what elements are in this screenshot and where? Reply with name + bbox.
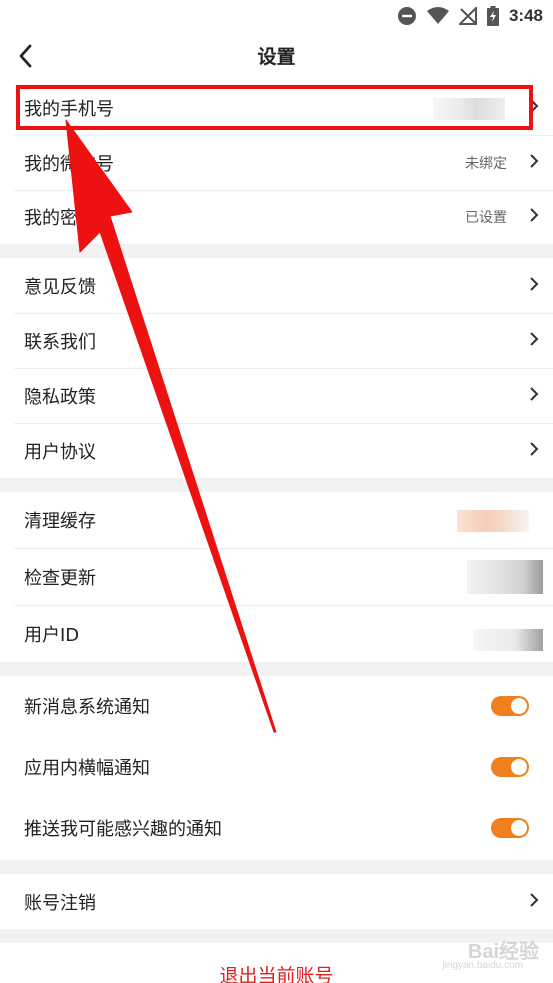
do-not-disturb-icon [397,6,417,26]
settings-item-feedback[interactable]: 意见反馈 [0,258,553,313]
settings-item-wechat[interactable]: 我的微信号 未绑定 [0,135,553,190]
settings-item-delete-account[interactable]: 账号注销 [0,874,553,929]
wechat-binding-status: 未绑定 [465,155,507,172]
section-gap [0,662,553,676]
settings-item-clear-cache[interactable]: 清理缓存 [0,492,553,548]
annotation-highlight-box [16,85,533,130]
chevron-right-icon [529,331,539,351]
settings-item-interest-push: 推送我可能感兴趣的通知 [0,798,553,858]
settings-item-label: 应用内横幅通知 [24,758,150,779]
settings-item-label: 我的密码 [24,208,96,229]
chevron-right-icon [529,386,539,406]
chevron-right-icon [529,276,539,296]
settings-item-label: 用户ID [24,624,80,646]
cache-size-redacted [457,510,529,532]
user-id-redacted [473,629,543,651]
section-gap [0,478,553,492]
settings-item-label: 推送我可能感兴趣的通知 [24,819,222,840]
chevron-right-icon [529,892,539,912]
wifi-icon [426,7,449,25]
status-time: 3:48 [508,6,543,25]
settings-item-user-agreement[interactable]: 用户协议 [0,423,553,478]
settings-item-label: 检查更新 [24,567,96,589]
settings-item-system-notifications: 新消息系统通知 [0,676,553,736]
interest-push-toggle[interactable] [491,818,529,838]
settings-item-check-update[interactable]: 检查更新 [0,548,553,605]
app-bar: 设置 [0,32,553,80]
password-status: 已设置 [465,210,507,226]
settings-item-label: 用户协议 [24,441,96,463]
settings-item-user-id[interactable]: 用户ID [0,605,553,662]
settings-item-label: 联系我们 [24,331,96,353]
watermark-url: jingyan.baidu.com [442,960,523,971]
settings-item-label: 清理缓存 [24,511,96,532]
settings-item-banner-notifications: 应用内横幅通知 [0,736,553,798]
settings-item-privacy-policy[interactable]: 隐私政策 [0,368,553,423]
chevron-right-icon [529,207,539,227]
page-title: 设置 [257,46,296,68]
settings-item-password[interactable]: 我的密码 已设置 [0,190,553,244]
settings-item-label: 账号注销 [24,892,96,914]
section-gap [0,244,553,258]
settings-item-contact-us[interactable]: 联系我们 [0,313,553,368]
chevron-right-icon [529,441,539,461]
section-gap [0,860,553,874]
chevron-right-icon [529,153,539,173]
battery-charging-icon [486,6,499,26]
status-bar: 3:48 [0,0,553,32]
settings-item-label: 我的微信号 [24,153,114,175]
no-signal-icon [458,7,477,25]
settings-item-label: 隐私政策 [24,386,96,408]
version-redacted [467,560,543,594]
system-notifications-toggle[interactable] [491,696,529,716]
settings-item-label: 新消息系统通知 [24,697,150,718]
settings-item-label: 意见反馈 [24,276,96,298]
banner-notifications-toggle[interactable] [491,757,529,777]
